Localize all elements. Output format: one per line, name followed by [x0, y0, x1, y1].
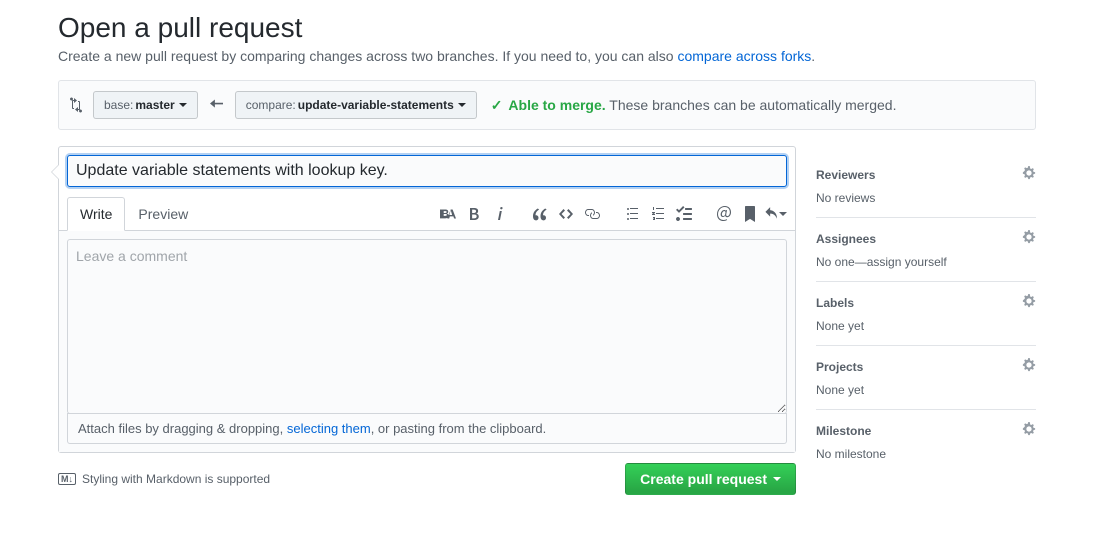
sidebar-labels: Labels None yet [816, 282, 1036, 346]
reply-icon[interactable] [765, 203, 787, 225]
assign-yourself-link[interactable]: assign yourself [867, 255, 947, 269]
heading-icon[interactable] [437, 203, 459, 225]
page-title: Open a pull request [58, 12, 1036, 44]
chevron-down-icon [458, 103, 466, 107]
bookmark-icon[interactable] [739, 203, 761, 225]
base-branch-select[interactable]: base: master [93, 91, 198, 119]
comment-textarea[interactable] [67, 239, 787, 414]
range-editor: base: master compare: update-variable-st… [58, 80, 1036, 130]
sidebar: Reviewers No reviews Assignees No one—as… [816, 146, 1036, 495]
chevron-down-icon [773, 477, 781, 481]
page-subtitle: Create a new pull request by comparing c… [58, 48, 1036, 64]
pr-title-input[interactable] [67, 155, 787, 187]
sidebar-assignees: Assignees No one—assign yourself [816, 218, 1036, 282]
create-pull-request-button[interactable]: Create pull request [625, 463, 796, 495]
git-compare-icon [69, 97, 85, 113]
bullet-list-icon[interactable] [621, 203, 643, 225]
chevron-down-icon [179, 103, 187, 107]
number-list-icon[interactable] [647, 203, 669, 225]
sidebar-projects: Projects None yet [816, 346, 1036, 410]
select-files-link[interactable]: selecting them [287, 421, 371, 436]
bold-icon[interactable] [463, 203, 485, 225]
mention-icon[interactable] [713, 203, 735, 225]
gear-icon[interactable] [1022, 422, 1036, 439]
markdown-toolbar [423, 203, 787, 225]
italic-icon[interactable] [489, 203, 511, 225]
gear-icon[interactable] [1022, 358, 1036, 375]
markdown-icon: M↓ [58, 473, 76, 485]
attach-hint[interactable]: Attach files by dragging & dropping, sel… [67, 413, 787, 444]
compare-forks-link[interactable]: compare across forks [677, 48, 811, 64]
compare-branch-select[interactable]: compare: update-variable-statements [235, 91, 477, 119]
link-icon[interactable] [581, 203, 603, 225]
sidebar-reviewers: Reviewers No reviews [816, 154, 1036, 218]
arrow-left-icon [206, 97, 227, 113]
gear-icon[interactable] [1022, 230, 1036, 247]
task-list-icon[interactable] [673, 203, 695, 225]
code-icon[interactable] [555, 203, 577, 225]
comment-box: Write Preview [58, 146, 796, 453]
gear-icon[interactable] [1022, 166, 1036, 183]
tab-write[interactable]: Write [67, 197, 125, 231]
quote-icon[interactable] [529, 203, 551, 225]
comment-tabnav: Write Preview [59, 197, 795, 231]
page-header: Open a pull request Create a new pull re… [58, 0, 1036, 64]
merge-status: ✓ Able to merge. These branches can be a… [491, 97, 897, 114]
check-icon: ✓ [491, 97, 503, 113]
sidebar-milestone: Milestone No milestone [816, 410, 1036, 473]
gear-icon[interactable] [1022, 294, 1036, 311]
tab-preview[interactable]: Preview [125, 197, 201, 230]
markdown-hint[interactable]: M↓ Styling with Markdown is supported [58, 472, 270, 486]
